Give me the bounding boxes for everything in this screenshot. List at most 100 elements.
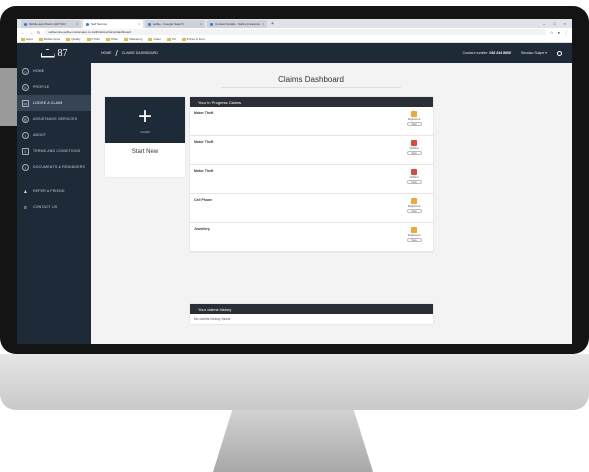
- sidebar-item-label: PROFILE: [33, 85, 50, 89]
- claim-status: Registered View: [406, 227, 422, 242]
- sidebar-item-about[interactable]: i ABOUT: [17, 127, 91, 143]
- bookmark-item[interactable]: FTGD: [86, 37, 100, 41]
- bookmark-item[interactable]: Prices & Fuel: [181, 37, 205, 41]
- sidebar-item-documents[interactable]: i DOCUMENTS & REMINDERS: [17, 159, 91, 175]
- bookmark-label: Other: [110, 37, 119, 41]
- profile-icon[interactable]: ●: [558, 30, 560, 35]
- claims-list: Motor Theft Registered View Motor Theft Noti…: [190, 107, 433, 252]
- bookmark-item[interactable]: Other: [105, 37, 119, 41]
- title-divider: [221, 87, 401, 88]
- start-new-label[interactable]: Start New: [105, 149, 185, 155]
- status-text: Registered: [407, 205, 421, 208]
- bookmark-item[interactable]: Quality: [66, 37, 81, 41]
- close-icon[interactable]: ×: [200, 22, 202, 26]
- menu-icon[interactable]: ⋮: [564, 30, 568, 35]
- status-text: Registered: [407, 118, 421, 121]
- logo-text: 87: [57, 47, 68, 59]
- sidebar-item-terms[interactable]: ≡ TERMS AND CONDITIONS: [17, 143, 91, 159]
- sidebar-item-profile[interactable]: ☺ PROFILE: [17, 79, 91, 95]
- bookmark-label: Marketing: [129, 37, 143, 41]
- favicon-icon: [148, 22, 151, 26]
- status-indicator: [411, 169, 417, 175]
- browser-tab-active[interactable]: Self Service ×: [83, 20, 143, 28]
- browser-tab[interactable]: selfse - Google Search ×: [145, 20, 205, 28]
- sidebar-item-home[interactable]: ⌂ HOME: [17, 63, 91, 79]
- sidebar-item-contact[interactable]: ✆ CONTACT US: [17, 199, 91, 215]
- top-navigation: HOME / CLAIMS DASHBOARD Contact number: …: [91, 43, 572, 63]
- bookmark-item[interactable]: Video: [148, 37, 161, 41]
- claims-history-panel: Your claims history No claims history fo…: [190, 304, 433, 324]
- sidebar: 87 ⌂ HOME ☺ PROFILE ▭ LODGE A CLAIM ◎ ASSIST…: [17, 43, 91, 344]
- claim-icon: ▭: [22, 99, 29, 107]
- sidebar-item-lodge-claim[interactable]: ▭ LODGE A CLAIM: [17, 95, 91, 111]
- sidebar-item-refer[interactable]: ♟ REFER A FRIEND: [17, 183, 91, 199]
- view-claim-button[interactable]: View: [406, 180, 422, 184]
- view-claim-button[interactable]: View: [406, 238, 422, 242]
- back-icon[interactable]: ←: [21, 30, 25, 35]
- start-new-claim-card[interactable]: + CLAIM Start New: [105, 97, 185, 177]
- status-text: Registered: [407, 234, 421, 237]
- view-claim-button[interactable]: View: [406, 151, 422, 155]
- browser-tab[interactable]: Contact Details - Sahra Insurance ×: [207, 20, 267, 28]
- new-tab-button[interactable]: +: [269, 20, 276, 28]
- claim-row: Jewellery Registered View: [190, 223, 433, 252]
- window-controls: – □ ×: [543, 20, 572, 28]
- breadcrumb-home[interactable]: HOME: [101, 51, 112, 55]
- monitor-stand: [213, 410, 373, 472]
- sidebar-item-assistance[interactable]: ◎ ASSISTANCE SERVICES: [17, 111, 91, 127]
- empty-history-text: No claims history found: [194, 317, 231, 321]
- screen: Mobile app Mock-Up/FTGD × Self Service × s…: [17, 19, 572, 344]
- forward-icon[interactable]: →: [29, 30, 33, 35]
- user-menu[interactable]: Sbusiso Sukpe ▾: [521, 51, 547, 55]
- sidebar-item-label: DOCUMENTS & REMINDERS: [33, 165, 86, 169]
- close-icon[interactable]: ×: [262, 22, 264, 26]
- view-claim-button[interactable]: View: [406, 122, 422, 126]
- minimize-icon[interactable]: –: [543, 20, 545, 28]
- page-title: Claims Dashboard: [278, 75, 344, 84]
- sidebar-item-label: REFER A FRIEND: [33, 189, 65, 193]
- power-icon[interactable]: [557, 50, 562, 56]
- logo[interactable]: 87: [17, 43, 91, 63]
- bookmark-label: Quality: [71, 37, 81, 41]
- reload-icon[interactable]: ↻: [37, 30, 40, 35]
- tab-label: Mobile app Mock-Up/FTGD: [29, 22, 66, 26]
- url-field[interactable]: selfservice-selfse.customapp.co.za/#/cla…: [44, 29, 546, 35]
- maximize-icon[interactable]: □: [553, 20, 555, 28]
- claim-row: Motor Theft Notified View: [190, 136, 433, 165]
- bookmark-label: Apps: [26, 37, 33, 41]
- home-icon: ⌂: [22, 67, 29, 75]
- contact-number[interactable]: 032 244 8000: [490, 51, 511, 55]
- favicon-icon: [210, 22, 213, 26]
- claim-name: Cell Phone: [194, 198, 213, 202]
- close-icon[interactable]: ×: [76, 22, 78, 26]
- bookmark-label: Mobile Apps: [43, 37, 61, 41]
- star-icon[interactable]: ☆: [550, 30, 554, 35]
- bookmark-item[interactable]: Apps: [21, 37, 33, 41]
- close-icon[interactable]: ×: [138, 22, 140, 26]
- view-claim-button[interactable]: View: [406, 209, 422, 213]
- claim-status: Notified View: [406, 140, 422, 155]
- breadcrumb-current: CLAIMS DASHBOARD: [121, 51, 158, 55]
- bookmark-label: Oil: [172, 37, 176, 41]
- bookmark-item[interactable]: Marketing: [124, 37, 142, 41]
- sidebar-item-label: ABOUT: [33, 133, 47, 137]
- start-new-tile[interactable]: + CLAIM: [105, 97, 185, 143]
- address-bar-row: ← → ↻ selfservice-selfse.customapp.co.za…: [17, 28, 572, 36]
- favicon-icon: [86, 22, 89, 26]
- browser-tab-bar: Mobile app Mock-Up/FTGD × Self Service × s…: [17, 19, 572, 28]
- phone-icon: ✆: [23, 204, 28, 210]
- monitor-chin: [0, 354, 589, 410]
- document-icon: ≡: [22, 147, 29, 155]
- folder-icon: [66, 37, 71, 41]
- tab-label: selfse - Google Search: [153, 22, 184, 26]
- contact-info: Contact number: 032 244 8000: [463, 51, 511, 55]
- sidebar-item-label: ASSISTANCE SERVICES: [33, 117, 78, 121]
- plus-icon: +: [137, 103, 152, 130]
- panel-heading: Your claims history: [190, 304, 433, 314]
- claim-row: Cell Phone Registered View: [190, 194, 433, 223]
- bookmark-item[interactable]: Oil: [167, 37, 176, 41]
- bookmark-item[interactable]: Mobile Apps: [38, 37, 61, 41]
- sidebar-item-label: HOME: [33, 69, 45, 73]
- browser-tab[interactable]: Mobile app Mock-Up/FTGD ×: [21, 20, 81, 28]
- close-window-icon[interactable]: ×: [564, 20, 566, 28]
